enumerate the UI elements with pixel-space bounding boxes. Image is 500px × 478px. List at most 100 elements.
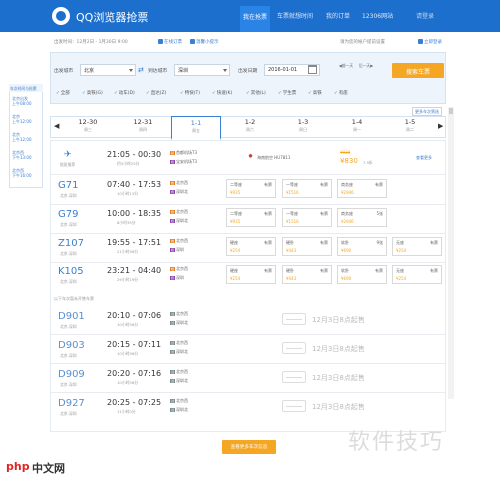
flight-arrival: 终宝安机场T3 [170, 159, 198, 164]
filter-d-checkbox[interactable]: 动车(D) [114, 90, 135, 96]
sale-start-note: 12月3日8点起售 [312, 374, 365, 382]
filter-seat-checkbox[interactable]: 有座 [334, 90, 348, 96]
train-time: 20:20 - 07:16 [107, 369, 162, 378]
login-link[interactable]: 请登录 [416, 11, 434, 20]
sidebar-title: 车次时间与抢票 [9, 84, 43, 92]
nav-item-my-orders[interactable]: 我的订单 [326, 11, 350, 20]
from-city-select[interactable]: 北京 [80, 64, 136, 76]
filter-other-checkbox[interactable]: 其他(L) [246, 90, 266, 96]
train-departure: 始北京西 [170, 238, 189, 243]
seat-option[interactable]: 硬座 有票 ¥254 [226, 237, 276, 256]
calendar-icon[interactable] [308, 65, 317, 74]
train-code[interactable]: G71 [58, 180, 78, 191]
seat-option[interactable]: 二等座 有票 ¥935 [226, 208, 276, 227]
watermark-php-logo: php [6, 460, 30, 473]
filter-g-checkbox[interactable]: 高铁(G) [82, 90, 103, 96]
seat-option[interactable]: 软卧 有票 ¥690 [337, 265, 387, 284]
seat-option[interactable]: 商务座 有票 ¥2946 [337, 179, 387, 198]
more-filters-button[interactable]: 更多车次筛选 [412, 107, 442, 116]
train-arrival: 过深圳北 [170, 378, 189, 383]
train-duration: 29小时19分 [117, 277, 139, 282]
flight-discount: 7.5折 [363, 160, 373, 165]
train-code[interactable]: D927 [58, 398, 85, 409]
sidebar-item[interactable]: 北京西 下午13:00 [12, 150, 32, 160]
train-code[interactable]: Z107 [58, 238, 84, 249]
train-duration: 11小时0分 [117, 409, 136, 414]
flight-time: 21:05 - 00:30 [107, 150, 162, 159]
sidebar-item[interactable]: 北京西 下午16:00 [12, 168, 32, 178]
date-tab[interactable]: 1-5 周二 [385, 118, 435, 133]
chevron-down-icon [129, 69, 133, 72]
nav-item-grab-tickets[interactable]: 我在抢票 [240, 6, 271, 32]
scrollbar-thumb[interactable] [449, 108, 453, 114]
ticket-icon [282, 313, 306, 325]
view-more-trains-button[interactable]: 查看更多车次信息 [222, 440, 276, 454]
seat-option[interactable]: 硬座 有票 ¥254 [226, 265, 276, 284]
sidebar-item[interactable]: 北京 上午12:00 [12, 114, 32, 124]
train-code[interactable]: K105 [58, 266, 84, 277]
date-prev-arrow-icon[interactable]: ◀ [54, 122, 59, 130]
seat-option[interactable]: 二等座 有票 ¥935 [226, 179, 276, 198]
filter-t-checkbox[interactable]: 特快(T) [180, 90, 200, 96]
filter-highspeed-checkbox[interactable]: 高铁 [308, 90, 322, 96]
train-arrival: 过深圳北 [170, 349, 189, 354]
train-time: 23:21 - 04:40 [107, 266, 162, 275]
flight-label: 航班推荐 [60, 162, 76, 167]
train-code[interactable]: D901 [58, 311, 85, 322]
swap-cities-icon[interactable]: ⇄ [138, 66, 144, 74]
train-duration: 10小时13分 [117, 191, 139, 196]
account-notice: 请为您的帐户提前设置 [340, 40, 385, 45]
flight-more-link[interactable]: 查看更多 [416, 155, 432, 161]
seat-option[interactable]: 硬卧 有票 ¥443 [282, 237, 332, 256]
nav-item-12306[interactable]: 12306网站 [362, 11, 393, 20]
train-route: 北京-深圳 [60, 222, 77, 227]
filter-k-checkbox[interactable]: 快速(K) [212, 90, 232, 96]
train-time: 07:40 - 17:53 [107, 180, 162, 189]
seat-option[interactable]: 无座 有票 ¥254 [392, 237, 442, 256]
date-next-arrow-icon[interactable]: ▶ [438, 122, 443, 130]
flight-original-price: ¥920 [340, 150, 351, 155]
flight-duration: 约3小时25分 [117, 161, 140, 166]
date-tab[interactable]: 12-30 周三 [63, 118, 113, 133]
train-code[interactable]: D909 [58, 369, 85, 380]
train-route: 北京-深圳 [60, 324, 77, 329]
login-now-link[interactable]: 立即登录 [418, 39, 442, 45]
date-tab[interactable]: 1-2 周六 [225, 118, 275, 133]
seat-option[interactable]: 硬卧 有票 ¥443 [282, 265, 332, 284]
sidebar-item[interactable]: 北京出发 上午08:00 [12, 96, 32, 106]
chevron-down-icon [223, 69, 227, 72]
train-time: 20:25 - 07:25 [107, 398, 162, 407]
train-departure: 过北京西 [170, 340, 189, 345]
filter-all-checkbox[interactable]: 全部 [56, 90, 70, 96]
seat-option[interactable]: 无座 有票 ¥254 [392, 265, 442, 284]
results-scrollbar[interactable] [448, 107, 454, 399]
seat-option[interactable]: 商务座 5张 ¥2946 [337, 208, 387, 227]
date-tab[interactable]: 12-31 周四 [118, 118, 168, 133]
filter-z-checkbox[interactable]: 直达(Z) [146, 90, 167, 96]
next-day-button[interactable]: 后一天▶ [358, 63, 374, 70]
train-code[interactable]: D903 [58, 340, 85, 351]
date-tab[interactable]: 1-3 周日 [278, 118, 328, 133]
sidebar-item[interactable]: 北京 上午12:00 [12, 132, 32, 142]
seat-option[interactable]: 一等座 有票 ¥1516 [282, 208, 332, 227]
search-tickets-button[interactable]: 搜索车票 [392, 63, 444, 78]
online-booking-link[interactable]: 在线订票 [158, 39, 182, 45]
to-city-select[interactable]: 深圳 [174, 64, 230, 76]
train-time: 20:10 - 07:06 [107, 311, 162, 320]
prev-day-button[interactable]: ◀前一天 [338, 63, 354, 70]
train-code[interactable]: G79 [58, 209, 78, 220]
train-duration: 10小时56分 [117, 351, 139, 356]
date-tab-selected[interactable]: 1-1 周五 [171, 116, 221, 140]
seat-option[interactable]: 一等座 有票 ¥1516 [282, 179, 332, 198]
flight-departure: 起首都机场T3 [170, 150, 198, 155]
train-arrival: 过深圳北 [170, 407, 189, 412]
tips-link[interactable]: 温馨小提示 [190, 39, 219, 45]
date-tab[interactable]: 1-4 周一 [332, 118, 382, 133]
airline-logo-icon: ✸ [248, 153, 254, 160]
seat-option[interactable]: 软卧 9张 ¥690 [337, 237, 387, 256]
filter-student-checkbox[interactable]: 学生票 [278, 90, 297, 96]
train-route: 北京-深圳 [60, 279, 77, 284]
train-duration: 10小时56分 [117, 380, 139, 385]
nav-item-ticket-time[interactable]: 车票就想时间 [277, 11, 313, 20]
from-city-label: 出发城市 [54, 69, 74, 74]
